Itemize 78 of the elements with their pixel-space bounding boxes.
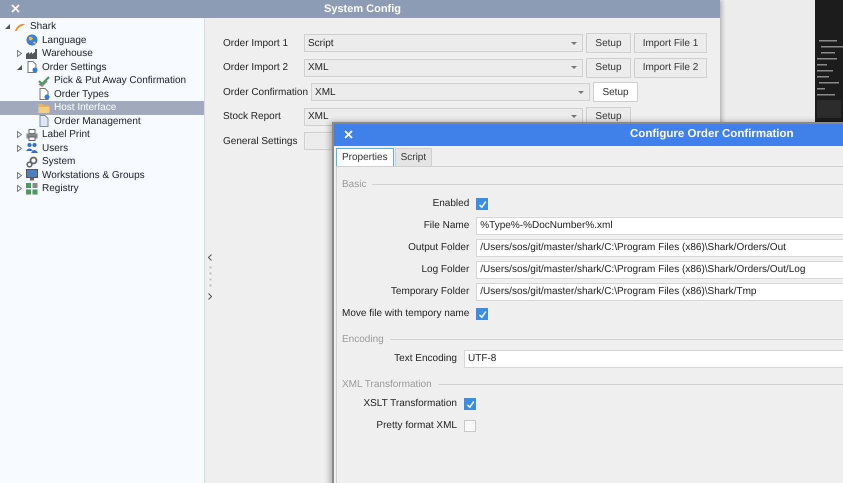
field-label: Log Folder [420, 263, 470, 277]
tree-item[interactable]: Order Types [0, 88, 204, 101]
section-heading: Basic [342, 178, 366, 190]
collapsed-icon[interactable] [17, 50, 22, 58]
collapse-left-icon[interactable] [208, 254, 212, 261]
monitor-icon [26, 169, 38, 182]
field-label: Pretty format XML [375, 419, 457, 433]
dropdown[interactable]: XML [304, 58, 583, 77]
expand-right-icon[interactable] [208, 293, 212, 300]
dropdown[interactable]: XML [311, 83, 590, 102]
globe-icon [26, 34, 38, 46]
tree-item[interactable]: Language [0, 34, 204, 47]
check-icon [38, 74, 50, 87]
printer-icon [26, 128, 38, 141]
window-title: System Config [324, 3, 401, 15]
setup-button[interactable]: Import File 1 [634, 33, 707, 53]
tree-item[interactable]: Pick & Put Away Confirmation [0, 74, 204, 88]
input-field[interactable]: /Users/sos/git/master/shark/C:\Program Files (x86)\Shark/Tmp [476, 283, 843, 301]
collapsed-icon[interactable] [17, 144, 22, 152]
blocks-icon [26, 182, 38, 195]
input-field[interactable]: %Type%-%DocNumber%.xml [476, 217, 843, 235]
checkbox[interactable] [464, 398, 476, 410]
setup-button[interactable]: Setup [586, 58, 631, 78]
dropdown-arrow-icon[interactable] [571, 115, 577, 118]
input-field[interactable]: UTF-8 [464, 350, 843, 368]
users-icon [26, 142, 38, 154]
field-label: Temporary Folder [390, 285, 470, 299]
field-label: Enabled [432, 197, 470, 211]
collapsed-icon[interactable] [17, 131, 22, 138]
expanded-icon[interactable] [5, 24, 10, 30]
tree-item[interactable]: Workstations & Groups [0, 168, 204, 182]
close-icon[interactable] [344, 130, 353, 139]
field-label: General Settings [223, 136, 298, 147]
document-icon [38, 115, 50, 128]
tree-item[interactable]: Label Print [0, 128, 204, 142]
field-label: XSLT Transformation [362, 397, 457, 411]
setup-button[interactable]: Import File 2 [634, 58, 707, 78]
expanded-icon[interactable] [17, 64, 22, 70]
tab[interactable]: Script [394, 148, 432, 166]
tree-item[interactable]: Warehouse [0, 47, 204, 60]
section-heading: Encoding [342, 334, 384, 344]
tree-item[interactable]: Users [0, 142, 204, 155]
collapsed-icon[interactable] [17, 185, 22, 192]
grip-icon[interactable] [208, 266, 212, 288]
field-label: Order Confirmation [223, 86, 308, 98]
tree-item[interactable]: System [0, 155, 204, 168]
field-label: Order Import 1 [223, 38, 290, 48]
collapsed-icon[interactable] [17, 172, 22, 179]
field-label: Stock Report [223, 111, 282, 122]
input-field[interactable]: /Users/sos/git/master/shark/C:\Program Files (x86)\Shark/Orders/Out/Log [476, 261, 843, 279]
factory-icon [26, 48, 38, 60]
folder-icon [38, 102, 50, 114]
close-icon[interactable] [11, 4, 20, 13]
tree-item[interactable]: Order Settings [0, 60, 204, 74]
field-label: File Name [422, 219, 470, 233]
tab[interactable]: Properties [336, 148, 394, 166]
dropdown[interactable]: Script [304, 34, 583, 52]
dropdown-arrow-icon[interactable] [578, 90, 584, 94]
checkbox[interactable] [464, 420, 476, 432]
setup-button[interactable]: Setup [586, 33, 631, 53]
field-label: Text Encoding [393, 352, 457, 366]
field-label: Move file with tempory name [342, 307, 470, 321]
field-label: Order Import 2 [223, 62, 290, 74]
field-label: Output Folder [407, 241, 470, 255]
dropdown-arrow-icon[interactable] [571, 42, 577, 44]
tree-item[interactable]: Registry [0, 182, 204, 196]
dialog-title: Configure Order Confirmation [630, 128, 794, 140]
gears-icon [26, 156, 38, 168]
dropdown-arrow-icon[interactable] [571, 66, 577, 70]
document-gear-icon [26, 61, 38, 74]
tree-item[interactable]: Order Management [0, 114, 204, 128]
section-heading: XML Transformation [342, 378, 432, 390]
tree-item[interactable]: Shark [0, 20, 204, 34]
input-field[interactable]: /Users/sos/git/master/shark/C:\Program Files (x86)\Shark/Orders/Out [476, 239, 843, 257]
checkbox[interactable] [476, 308, 488, 320]
document-gear-icon [38, 88, 50, 100]
setup-button[interactable]: Setup [593, 82, 638, 102]
checkbox[interactable] [476, 198, 488, 210]
